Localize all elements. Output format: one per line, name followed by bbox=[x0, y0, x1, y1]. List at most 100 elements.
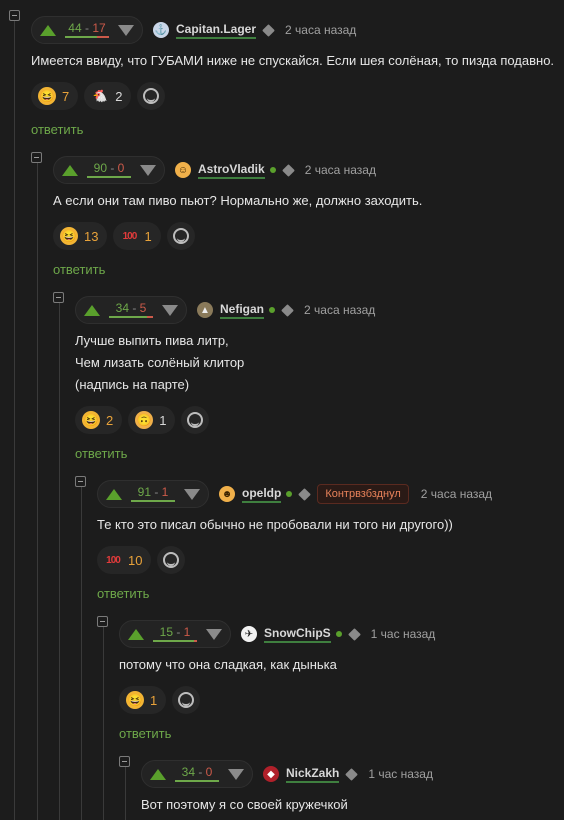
comment-text-line: А если они там пиво пьют? Нормально же, … bbox=[53, 193, 423, 208]
score-ratio-fill bbox=[153, 640, 195, 642]
username-link[interactable]: Capitan.Lager bbox=[176, 22, 257, 39]
add-emoji-icon bbox=[178, 692, 195, 708]
upvote-arrow-icon[interactable] bbox=[62, 164, 78, 176]
reaction-laughing[interactable]: 😆 13 bbox=[53, 222, 108, 250]
username-link[interactable]: AstroVladik bbox=[198, 162, 265, 179]
tag-icon[interactable] bbox=[345, 767, 359, 781]
collapse-button[interactable] bbox=[53, 292, 64, 303]
downvote-arrow-icon[interactable] bbox=[184, 488, 200, 500]
reply-link[interactable]: ответить bbox=[97, 586, 492, 601]
collapse-button[interactable] bbox=[31, 152, 42, 163]
timestamp[interactable]: 1 час назад bbox=[371, 627, 436, 641]
username-link[interactable]: NickZakh bbox=[286, 766, 340, 783]
thread-line bbox=[59, 302, 60, 820]
downvote-arrow-icon[interactable] bbox=[118, 24, 134, 36]
timestamp[interactable]: 2 часа назад bbox=[304, 303, 375, 317]
snowchips-avatar[interactable]: ✈ bbox=[241, 626, 257, 642]
tag-icon[interactable] bbox=[281, 303, 294, 317]
downvote-arrow-icon[interactable] bbox=[140, 164, 156, 176]
timestamp[interactable]: 2 часа назад bbox=[285, 23, 356, 37]
upvote-arrow-icon[interactable] bbox=[150, 768, 166, 780]
comment-text-line: Лучше выпить пива литр, bbox=[75, 333, 229, 348]
comment-body: Вот поэтому я со своей кружечкой bbox=[141, 794, 433, 816]
score-ratio-bar bbox=[153, 640, 197, 642]
reaction-count: 1 bbox=[150, 692, 158, 708]
comment-body: Имеется ввиду, что ГУБАМИ ниже не спуска… bbox=[31, 50, 554, 72]
score-ratio-bar bbox=[87, 176, 131, 178]
reaction-hundred[interactable]: 100 10 bbox=[97, 546, 152, 574]
tag-icon[interactable] bbox=[298, 487, 312, 501]
downvote-arrow-icon[interactable] bbox=[228, 768, 244, 780]
upvote-arrow-icon[interactable] bbox=[84, 304, 100, 316]
score: 34 - 0 bbox=[175, 766, 219, 782]
reaction-laughing[interactable]: 😆 1 bbox=[119, 686, 167, 714]
comment: 34 - 0 ◆ NickZakh 1 час назад Вот поэтому я … bbox=[141, 760, 433, 816]
add-reaction-button[interactable] bbox=[157, 546, 186, 574]
tag-icon[interactable] bbox=[281, 163, 295, 177]
online-status-icon bbox=[335, 631, 342, 637]
collapse-button[interactable] bbox=[9, 10, 20, 21]
nickzakh-avatar[interactable]: ◆ bbox=[263, 766, 279, 782]
username-link[interactable]: SnowChipS bbox=[264, 626, 331, 643]
reaction-smirk[interactable]: 🙃 1 bbox=[128, 406, 176, 434]
hundred-icon: 100 bbox=[122, 230, 138, 242]
score-negative: 5 bbox=[139, 301, 147, 315]
add-reaction-button[interactable] bbox=[166, 222, 195, 250]
downvote-arrow-icon[interactable] bbox=[206, 628, 222, 640]
reaction-hundred[interactable]: 100 1 bbox=[113, 222, 161, 250]
thread-line bbox=[37, 162, 38, 820]
score-ratio-bar bbox=[65, 36, 109, 38]
score-separator: - bbox=[129, 301, 140, 315]
comment-text-line: Те кто это писал обычно не пробовали ни … bbox=[97, 517, 453, 532]
collapse-button[interactable] bbox=[75, 476, 86, 487]
timestamp[interactable]: 1 час назад bbox=[368, 767, 433, 781]
reaction-chicken[interactable]: 🐔 2 bbox=[84, 82, 132, 110]
score: 90 - 0 bbox=[87, 162, 131, 178]
reaction-count: 1 bbox=[144, 228, 152, 244]
comment-body: Те кто это писал обычно не пробовали ни … bbox=[97, 514, 492, 536]
astrovladik-avatar[interactable]: ☺ bbox=[175, 162, 191, 178]
downvote-arrow-icon[interactable] bbox=[162, 304, 178, 316]
add-reaction-button[interactable] bbox=[181, 406, 210, 434]
collapse-button[interactable] bbox=[97, 616, 108, 627]
add-reaction-button[interactable] bbox=[137, 82, 166, 110]
vote-widget: 34 - 0 bbox=[141, 760, 253, 788]
reaction-count: 2 bbox=[106, 412, 114, 428]
collapse-button[interactable] bbox=[119, 756, 130, 767]
score-ratio-bar bbox=[175, 780, 219, 782]
username-link[interactable]: Nefigan bbox=[220, 302, 265, 319]
reply-link[interactable]: ответить bbox=[31, 122, 554, 137]
score-negative: 1 bbox=[161, 485, 169, 499]
upvote-arrow-icon[interactable] bbox=[128, 628, 144, 640]
comment-text-line: потому что она сладкая, как дынька bbox=[119, 657, 337, 672]
timestamp[interactable]: 2 часа назад bbox=[421, 487, 492, 501]
add-emoji-icon bbox=[172, 228, 189, 244]
score-negative: 17 bbox=[92, 21, 106, 35]
reply-link[interactable]: ответить bbox=[75, 446, 375, 461]
score-text: 15 - 1 bbox=[160, 626, 191, 639]
laughing-icon: 😆 bbox=[126, 691, 144, 709]
nefigan-avatar[interactable]: ▲ bbox=[197, 302, 213, 318]
reply-link[interactable]: ответить bbox=[53, 262, 422, 277]
online-status-icon bbox=[286, 491, 293, 497]
upvote-arrow-icon[interactable] bbox=[40, 24, 56, 36]
comment-text-line: (надпись на парте) bbox=[75, 377, 190, 392]
reply-link[interactable]: ответить bbox=[119, 726, 435, 741]
reaction-laughing[interactable]: 😆 2 bbox=[75, 406, 123, 434]
comment: 15 - 1 ✈ SnowChipS 1 час назад потому что он… bbox=[119, 620, 435, 741]
comment-header: 34 - 5 ▲ Nefigan 2 часа назад bbox=[75, 296, 375, 324]
username-link[interactable]: opeldp bbox=[242, 486, 282, 503]
capitan-lager-avatar[interactable]: ⚓ bbox=[153, 22, 169, 38]
opeldp-avatar[interactable]: ☻ bbox=[219, 486, 235, 502]
add-reaction-button[interactable] bbox=[172, 686, 201, 714]
timestamp[interactable]: 2 часа назад bbox=[305, 163, 376, 177]
score-text: 91 - 1 bbox=[138, 486, 169, 499]
score-text: 90 - 0 bbox=[94, 162, 125, 175]
comment-body: А если они там пиво пьют? Нормально же, … bbox=[53, 190, 422, 212]
comment: 90 - 0 ☺ AstroVladik 2 часа назад А если они… bbox=[53, 156, 422, 277]
tag-icon[interactable] bbox=[262, 23, 275, 37]
score-text: 44 - 17 bbox=[68, 22, 105, 35]
upvote-arrow-icon[interactable] bbox=[106, 488, 122, 500]
reaction-laughing[interactable]: 😆 7 bbox=[31, 82, 79, 110]
tag-icon[interactable] bbox=[347, 627, 361, 641]
